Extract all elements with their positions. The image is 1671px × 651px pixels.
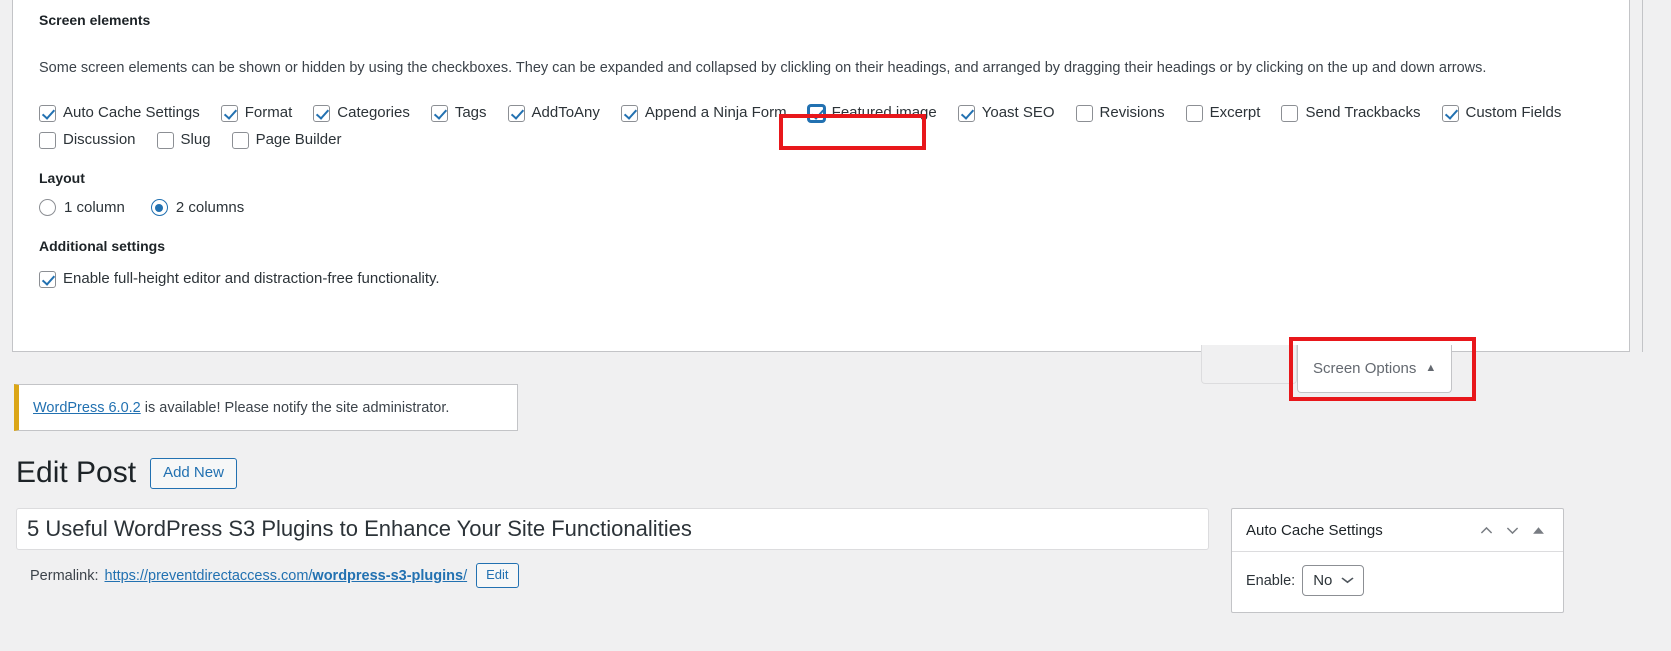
checkbox-append-a-ninja-form[interactable]: Append a Ninja Form <box>620 104 787 122</box>
checkbox-enable-full-height-editor[interactable]: Enable full-height editor and distractio… <box>39 270 440 288</box>
screen-elements-description: Some screen elements can be shown or hid… <box>39 60 1487 76</box>
checkbox-box-icon[interactable] <box>39 131 56 149</box>
screen-options-toggle-button[interactable]: Screen Options ▲ <box>1297 345 1453 393</box>
checkbox-box-icon[interactable] <box>1281 104 1299 122</box>
checkbox-box-icon[interactable] <box>1075 104 1093 122</box>
move-down-icon[interactable] <box>1499 517 1525 543</box>
checkbox-label: Format <box>244 104 293 121</box>
screen-options-tab-wrap: Screen Options ▲ <box>1297 345 1453 393</box>
layout-radio-group: 1 column 2 columns <box>39 199 1603 216</box>
enable-select-value: No <box>1313 572 1333 589</box>
checkbox-box-icon[interactable] <box>807 104 825 122</box>
radio-circle-icon[interactable] <box>39 199 56 216</box>
checkbox-categories[interactable]: Categories <box>313 104 410 122</box>
radio-label: 1 column <box>64 199 125 216</box>
checkbox-box-icon[interactable] <box>957 104 975 122</box>
checkbox-box-icon[interactable] <box>1185 104 1203 122</box>
metabox-auto-cache-settings: Auto Cache Settings Enable: No <box>1231 508 1564 613</box>
checkbox-label: Excerpt <box>1209 104 1261 121</box>
permalink-label: Permalink: <box>30 567 99 584</box>
enable-select[interactable]: No <box>1302 565 1365 596</box>
wordpress-admin-screen: Screen elements Some screen elements can… <box>0 0 1671 651</box>
checkbox-discussion[interactable]: Discussion <box>39 131 136 149</box>
screen-options-toggle-label: Screen Options <box>1313 360 1417 377</box>
checkbox-box-icon[interactable] <box>39 104 56 122</box>
update-notice-text: is available! Please notify the site adm… <box>140 399 450 416</box>
checkbox-box-icon[interactable] <box>430 104 448 122</box>
checkbox-format[interactable]: Format <box>220 104 293 122</box>
checkbox-label: Tags <box>454 104 487 121</box>
additional-settings-legend: Additional settings <box>39 238 165 254</box>
checkbox-auto-cache-settings[interactable]: Auto Cache Settings <box>39 104 200 122</box>
checkbox-box-icon[interactable] <box>156 131 174 149</box>
toggle-panel-icon[interactable] <box>1525 517 1551 543</box>
checkbox-box-icon[interactable] <box>313 104 331 122</box>
checkbox-box-icon[interactable] <box>231 131 249 149</box>
checkbox-label: Yoast SEO <box>981 104 1055 121</box>
checkbox-label: Append a Ninja Form <box>644 104 787 121</box>
checkbox-revisions[interactable]: Revisions <box>1075 104 1165 122</box>
chevron-up-icon: ▲ <box>1425 362 1437 374</box>
permalink-row: Permalink: https://preventdirectaccess.c… <box>30 563 519 588</box>
metabox-header[interactable]: Auto Cache Settings <box>1232 509 1563 552</box>
checkbox-label: Enable full-height editor and distractio… <box>63 270 440 287</box>
checkbox-box-icon[interactable] <box>1441 104 1459 122</box>
checkbox-addtoany[interactable]: AddToAny <box>507 104 600 122</box>
page-title: Edit Post <box>16 456 137 489</box>
screen-elements-legend: Screen elements <box>39 12 151 28</box>
checkbox-label: Auto Cache Settings <box>63 104 200 121</box>
checkbox-label: AddToAny <box>531 104 600 121</box>
permalink-slug: wordpress-s3-plugins <box>312 567 464 584</box>
wordpress-version-link[interactable]: WordPress 6.0.2 <box>33 400 141 416</box>
enable-field-label: Enable: <box>1246 572 1296 589</box>
checkbox-box-icon[interactable] <box>39 270 56 288</box>
add-new-button[interactable]: Add New <box>150 457 237 489</box>
checkbox-box-icon[interactable] <box>620 104 638 122</box>
panel-right-edge <box>1642 0 1643 352</box>
move-up-icon[interactable] <box>1473 517 1499 543</box>
update-notice: WordPress 6.0.2 is available! Please not… <box>14 384 518 431</box>
radio-2-columns[interactable]: 2 columns <box>150 199 245 216</box>
checkbox-slug[interactable]: Slug <box>156 131 211 149</box>
post-title-input[interactable]: 5 Useful WordPress S3 Plugins to Enhance… <box>16 508 1209 550</box>
checkbox-label: Slug <box>180 131 211 148</box>
radio-label: 2 columns <box>175 199 245 216</box>
metabox-body: Enable: No <box>1232 552 1563 612</box>
screen-elements-checkbox-group: Auto Cache Settings Format Categories Tags A… <box>39 104 1603 149</box>
checkbox-label: Featured image <box>831 104 937 121</box>
checkbox-send-trackbacks[interactable]: Send Trackbacks <box>1281 104 1421 122</box>
screen-options-tab-neighbor <box>1201 345 1297 384</box>
screen-options-panel: Screen elements Some screen elements can… <box>12 0 1643 352</box>
chevron-down-icon <box>1341 575 1354 587</box>
checkbox-label: Send Trackbacks <box>1305 104 1421 121</box>
metabox-title: Auto Cache Settings <box>1246 521 1383 539</box>
checkbox-page-builder[interactable]: Page Builder <box>231 131 342 149</box>
checkbox-custom-fields[interactable]: Custom Fields <box>1441 104 1562 122</box>
checkbox-label: Discussion <box>63 131 136 148</box>
checkbox-box-icon[interactable] <box>507 104 525 122</box>
permalink-link[interactable]: https://preventdirectaccess.com/wordpres… <box>105 568 468 584</box>
checkbox-label: Revisions <box>1099 104 1165 121</box>
checkbox-featured-image[interactable]: Featured image <box>807 104 937 122</box>
checkbox-box-icon[interactable] <box>220 104 238 122</box>
screen-elements-row-2: Discussion Slug Page Builder <box>39 131 1603 149</box>
checkbox-label: Page Builder <box>255 131 342 148</box>
checkbox-label: Custom Fields <box>1465 104 1562 121</box>
checkbox-tags[interactable]: Tags <box>430 104 487 122</box>
checkbox-label: Categories <box>337 104 410 121</box>
edit-permalink-button[interactable]: Edit <box>476 563 519 588</box>
page-heading-row: Edit Post Add New <box>16 455 237 491</box>
layout-legend: Layout <box>39 170 85 186</box>
permalink-base: https://preventdirectaccess.com/ <box>104 567 313 584</box>
checkbox-excerpt[interactable]: Excerpt <box>1185 104 1261 122</box>
permalink-trailing-slash: / <box>463 567 468 584</box>
screen-elements-row-1: Auto Cache Settings Format Categories Tags A… <box>39 104 1603 122</box>
radio-circle-icon[interactable] <box>150 199 168 216</box>
radio-1-column[interactable]: 1 column <box>39 199 125 216</box>
checkbox-yoast-seo[interactable]: Yoast SEO <box>957 104 1055 122</box>
